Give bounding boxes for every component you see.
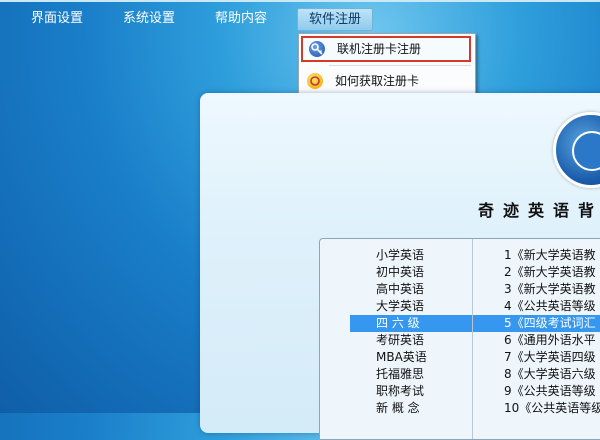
- registration-dropdown-menu: 联机注册卡注册 如何获取注册卡: [298, 33, 476, 97]
- book-item[interactable]: 9《公共英语等级: [480, 383, 600, 400]
- dropdown-separator: [329, 65, 471, 66]
- book-item[interactable]: 7《大学英语四级: [480, 349, 600, 366]
- book-item-selected[interactable]: 5《四级考试词汇: [480, 315, 600, 332]
- category-item[interactable]: 高中英语: [320, 281, 474, 298]
- category-item[interactable]: 初中英语: [320, 264, 474, 281]
- key-icon: [309, 41, 325, 57]
- how-to-get-card-label: 如何获取注册卡: [335, 74, 420, 88]
- book-selection-list: 小学英语 初中英语 高中英语 大学英语 四 六 级 考研英语 MBA英语 托福雅…: [319, 238, 600, 440]
- online-card-register-label: 联机注册卡注册: [337, 42, 422, 56]
- category-item[interactable]: 考研英语: [320, 332, 474, 349]
- category-list: 小学英语 初中英语 高中英语 大学英语 四 六 级 考研英语 MBA英语 托福雅…: [320, 247, 494, 417]
- category-item[interactable]: MBA英语: [320, 349, 474, 366]
- book-item[interactable]: 6《通用外语水平: [480, 332, 600, 349]
- book-item[interactable]: 10《公共英语等级: [480, 400, 600, 417]
- menu-system-settings[interactable]: 系统设置: [114, 8, 184, 30]
- category-item[interactable]: 大学英语: [320, 298, 474, 315]
- book-item[interactable]: 2《新大学英语教: [480, 264, 600, 281]
- online-card-register-item[interactable]: 联机注册卡注册: [301, 36, 471, 62]
- menu-software-registration[interactable]: 软件注册: [297, 8, 373, 31]
- question-icon: [307, 73, 323, 89]
- logo-emblem: [572, 131, 600, 171]
- app-title: 奇迹英语背: [478, 201, 600, 220]
- book-list: 1《新大学英语教 2《新大学英语教 3《新大学英语教 4《公共英语等级 5《四级…: [480, 247, 600, 417]
- book-item[interactable]: 8《大学英语六级: [480, 366, 600, 383]
- menu-help-content[interactable]: 帮助内容: [206, 8, 276, 30]
- menu-interface-settings[interactable]: 界面设置: [22, 8, 92, 30]
- book-item[interactable]: 4《公共英语等级: [480, 298, 600, 315]
- category-item[interactable]: 托福雅思: [320, 366, 474, 383]
- how-to-get-card-item[interactable]: 如何获取注册卡: [301, 68, 471, 94]
- category-item[interactable]: 小学英语: [320, 247, 474, 264]
- category-item[interactable]: 新 概 念: [320, 400, 474, 417]
- book-item[interactable]: 1《新大学英语教: [480, 247, 600, 264]
- category-item[interactable]: 职称考试: [320, 383, 474, 400]
- book-item[interactable]: 3《新大学英语教: [480, 281, 600, 298]
- column-divider: [472, 239, 473, 439]
- menu-bar: 界面设置 系统设置 帮助内容 软件注册: [0, 0, 600, 36]
